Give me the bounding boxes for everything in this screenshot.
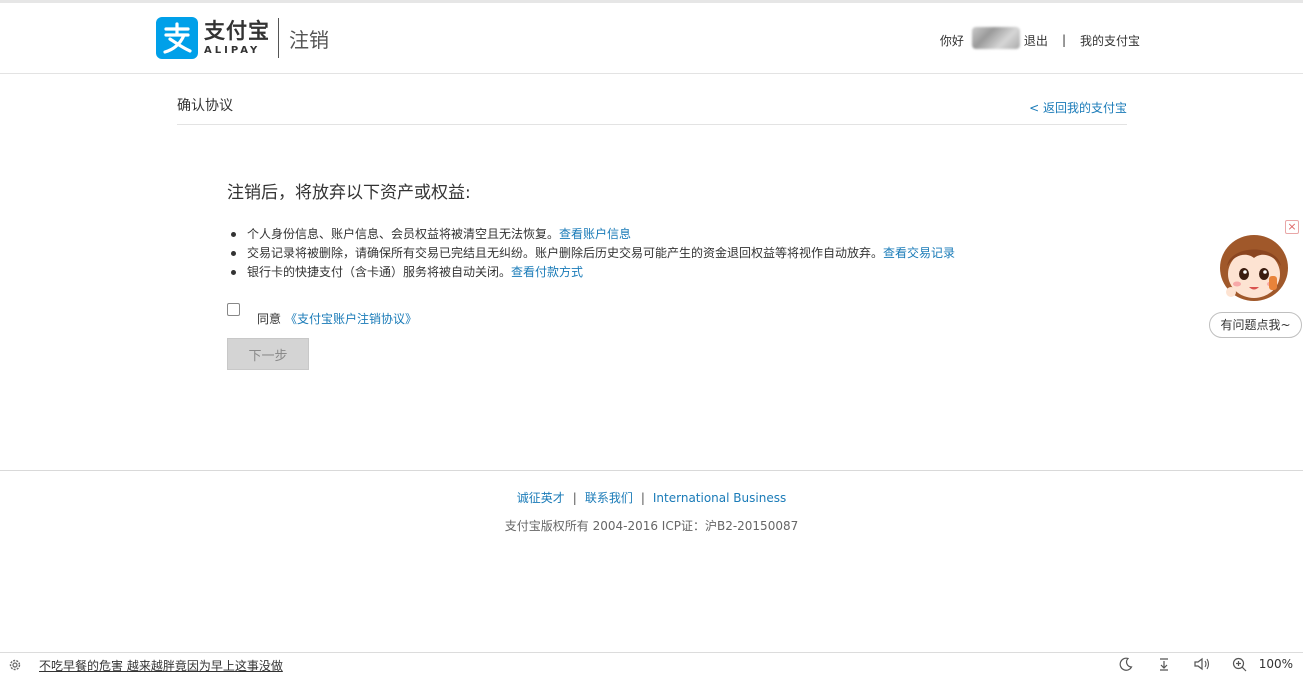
forfeit-list: 个人身份信息、账户信息、会员权益将被清空且无法恢复。查看账户信息 交易记录将被删… [227,225,1077,282]
footer-divider: | [640,491,645,505]
list-item: 银行卡的快捷支付（含卡通）服务将被自动关闭。查看付款方式 [227,263,1077,282]
my-alipay-link[interactable]: 我的支付宝 [1080,32,1140,49]
zoom-level[interactable]: 100% [1259,657,1293,671]
item-text: 交易记录将被删除，请确保所有交易已完结且无纠纷。账户删除后历史交易可能产生的资金… [247,246,884,260]
international-business-link[interactable]: International Business [653,491,786,505]
footer-links: 诚征英才 | 联系我们 | International Business [0,489,1303,506]
page-header: 支付宝 ALIPAY 注销 你好 退出 | 我的支付宝 [0,3,1303,74]
nav-divider: | [1061,33,1066,47]
copyright-text: 支付宝版权所有 2004-2016 ICP证：沪B2-20150087 [504,519,799,533]
section-title: 确认协议 [177,98,233,114]
section-header: 确认协议 < 返回我的支付宝 [177,95,1127,125]
user-nav: 你好 退出 | 我的支付宝 [939,27,1140,49]
help-assistant[interactable]: × 有问题点我~ [1209,218,1303,340]
greeting-text: 你好 [939,33,964,48]
back-to-my-alipay-link[interactable]: < 返回我的支付宝 [1029,99,1127,116]
status-tools: 100% [1097,656,1293,672]
logo-divider [278,18,279,58]
item-text: 个人身份信息、账户信息、会员权益将被清空且无法恢复。 [247,227,560,241]
page-name: 注销 [289,27,329,52]
alipay-logo-icon [156,17,198,59]
footer-divider: | [572,491,577,505]
news-headline-link[interactable]: 不吃早餐的危害 越来越胖竟因为早上这事没做 [39,657,283,674]
blurred-username [971,27,1020,49]
cancellation-notice: 注销后，将放弃以下资产或权益: 个人身份信息、账户信息、会员权益将被清空且无法恢… [227,178,1077,282]
sound-icon[interactable] [1193,656,1211,672]
download-icon[interactable] [1155,656,1173,672]
logo-en-text: ALIPAY [204,44,261,56]
mascot-girl-icon[interactable] [1217,230,1291,304]
careers-link[interactable]: 诚征英才 [517,491,565,505]
gear-icon[interactable] [8,658,22,672]
contact-us-link[interactable]: 联系我们 [585,491,633,505]
browser-status-bar: 不吃早餐的危害 越来越胖竟因为早上这事没做 100% [0,652,1303,675]
item-text: 银行卡的快捷支付（含卡通）服务将被自动关闭。 [247,265,512,279]
zoom-icon[interactable] [1231,656,1249,672]
bullet-icon [231,270,236,275]
list-item: 个人身份信息、账户信息、会员权益将被清空且无法恢复。查看账户信息 [227,225,1077,244]
notice-title: 注销后，将放弃以下资产或权益: [227,183,471,203]
help-bubble[interactable]: 有问题点我~ [1209,312,1302,338]
night-mode-icon[interactable] [1117,656,1135,672]
bullet-icon [231,251,236,256]
agree-label: 同意 [257,312,282,326]
bullet-icon [231,232,236,237]
view-payment-methods-link[interactable]: 查看付款方式 [511,265,583,279]
view-account-info-link[interactable]: 查看账户信息 [559,227,631,241]
cancellation-agreement-link[interactable]: 《支付宝账户注销协议》 [285,310,417,327]
next-step-button[interactable]: 下一步 [227,338,309,370]
list-item: 交易记录将被删除，请确保所有交易已完结且无纠纷。账户删除后历史交易可能产生的资金… [227,244,1077,263]
view-transactions-link[interactable]: 查看交易记录 [883,246,955,260]
logout-link[interactable]: 退出 [1024,32,1048,49]
agree-checkbox[interactable] [227,303,240,316]
page-footer: 诚征英才 | 联系我们 | International Business 支付宝版权所有… [0,470,1303,652]
agreement-row: 同意 《支付宝账户注销协议》 [227,298,417,327]
alipay-logo[interactable]: 支付宝 ALIPAY 注销 [156,17,329,59]
logo-wordmark: 支付宝 ALIPAY [204,18,270,56]
logo-cn-text: 支付宝 [204,18,270,43]
